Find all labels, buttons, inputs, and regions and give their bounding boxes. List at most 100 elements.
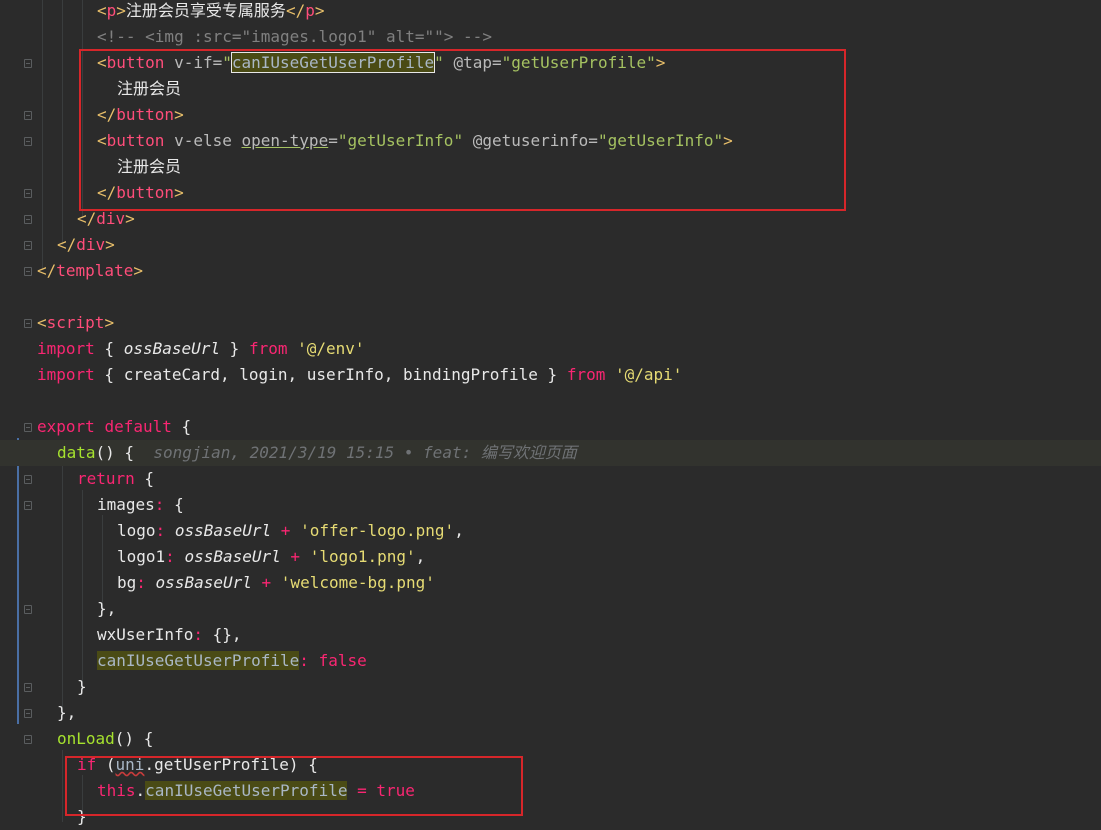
code-line[interactable]: import { createCard, login, userInfo, bi… bbox=[0, 362, 1101, 388]
code-token: 注册会员享受专属服务 bbox=[125, 1, 286, 20]
code-line[interactable]: wxUserInfo: {}, bbox=[0, 622, 1101, 648]
code-line-content: import { createCard, login, userInfo, bi… bbox=[37, 362, 682, 388]
code-token: </ bbox=[57, 235, 77, 254]
code-line[interactable]: <script> bbox=[0, 310, 1101, 336]
code-token: wxUserInfo bbox=[97, 625, 194, 644]
code-line[interactable] bbox=[0, 388, 1101, 414]
code-token: { bbox=[94, 339, 124, 358]
code-line-content: logo: ossBaseUrl + 'offer-logo.png', bbox=[117, 518, 464, 544]
code-token: : bbox=[193, 625, 203, 644]
code-token: {}, bbox=[202, 625, 242, 644]
code-token: { createCard, login, userInfo, bindingPr… bbox=[94, 365, 567, 384]
code-token: } bbox=[77, 677, 87, 696]
code-line[interactable]: logo1: ossBaseUrl + 'logo1.png', bbox=[0, 544, 1101, 570]
code-token: canIUseGetUserProfile bbox=[97, 651, 300, 670]
code-line-content: images: { bbox=[97, 492, 184, 518]
code-line-content: </div> bbox=[57, 232, 115, 258]
code-token: : bbox=[299, 651, 309, 670]
code-token: script bbox=[46, 313, 105, 332]
code-token: > bbox=[104, 313, 115, 332]
code-token: () { bbox=[114, 729, 154, 748]
code-line[interactable]: logo: ossBaseUrl + 'offer-logo.png', bbox=[0, 518, 1101, 544]
code-line-content: <script> bbox=[37, 310, 114, 336]
code-token: }, bbox=[97, 599, 117, 618]
code-token: <!-- <img :src="images.logo1" alt=""> --… bbox=[97, 27, 492, 46]
code-token: '@/env' bbox=[297, 339, 365, 358]
code-line[interactable]: } bbox=[0, 674, 1101, 700]
code-token: '@/api' bbox=[614, 365, 683, 384]
code-token: + bbox=[290, 547, 301, 566]
code-token: div bbox=[96, 209, 126, 228]
code-line[interactable]: <p>注册会员享受专属服务</p> bbox=[0, 0, 1101, 24]
code-token: default bbox=[104, 417, 172, 436]
code-token: + bbox=[261, 573, 272, 592]
code-line[interactable]: import { ossBaseUrl } from '@/env' bbox=[0, 336, 1101, 362]
code-token: false bbox=[318, 651, 367, 670]
code-token: logo1 bbox=[117, 547, 166, 566]
code-token: export bbox=[37, 417, 95, 436]
code-line[interactable]: <!-- <img :src="images.logo1" alt=""> --… bbox=[0, 24, 1101, 50]
code-line-content: logo1: ossBaseUrl + 'logo1.png', bbox=[117, 544, 425, 570]
code-line[interactable]: bg: ossBaseUrl + 'welcome-bg.png' bbox=[0, 570, 1101, 596]
code-token: import bbox=[37, 365, 95, 384]
code-line[interactable] bbox=[0, 284, 1101, 310]
code-line[interactable]: }, bbox=[0, 700, 1101, 726]
code-token: onLoad bbox=[57, 729, 115, 748]
code-token: bg bbox=[117, 573, 137, 592]
code-token: < bbox=[97, 1, 107, 20]
code-line-content: wxUserInfo: {}, bbox=[97, 622, 242, 648]
code-token: ossBaseUrl bbox=[184, 547, 281, 566]
code-token: ossBaseUrl bbox=[155, 573, 252, 592]
code-token: return bbox=[77, 469, 135, 488]
code-token: logo bbox=[117, 521, 156, 540]
code-token: template bbox=[56, 261, 134, 280]
code-line[interactable]: </div> bbox=[0, 232, 1101, 258]
code-token: </ bbox=[285, 1, 306, 20]
code-line-content: canIUseGetUserProfile: false bbox=[97, 648, 367, 674]
code-token: data bbox=[57, 443, 96, 462]
code-line-content: }, bbox=[97, 596, 116, 622]
code-line[interactable]: export default { bbox=[0, 414, 1101, 440]
code-token: 'welcome-bg.png' bbox=[280, 573, 435, 592]
code-line-content: return { bbox=[77, 466, 154, 492]
code-token: , bbox=[454, 521, 464, 540]
code-token: > bbox=[314, 1, 325, 20]
code-token: ossBaseUrl bbox=[123, 339, 221, 358]
code-token: : bbox=[154, 495, 165, 514]
code-token: 'logo1.png' bbox=[309, 547, 416, 566]
code-token: > bbox=[125, 209, 135, 228]
code-line-content: onLoad() { bbox=[57, 726, 153, 752]
code-token: + bbox=[280, 521, 291, 540]
code-line[interactable]: return { bbox=[0, 466, 1101, 492]
git-blame-annotation: songjian, 2021/3/19 15:15 • feat: 编写欢迎页面 bbox=[153, 443, 577, 462]
code-token: { bbox=[134, 469, 155, 488]
code-token: p bbox=[106, 1, 117, 20]
code-token: < bbox=[37, 313, 47, 332]
code-line[interactable]: }, bbox=[0, 596, 1101, 622]
code-line-content: import { ossBaseUrl } from '@/env' bbox=[37, 336, 365, 362]
code-token: : bbox=[165, 547, 175, 566]
code-token: </ bbox=[37, 261, 57, 280]
code-line[interactable]: onLoad() { bbox=[0, 726, 1101, 752]
code-line[interactable]: data() { songjian, 2021/3/19 15:15 • fea… bbox=[0, 440, 1101, 466]
code-line-content: export default { bbox=[37, 414, 191, 440]
annotation-box-buttons bbox=[79, 49, 846, 211]
code-line[interactable]: canIUseGetUserProfile: false bbox=[0, 648, 1101, 674]
code-line[interactable]: </template> bbox=[0, 258, 1101, 284]
code-line[interactable]: images: { bbox=[0, 492, 1101, 518]
code-token: div bbox=[76, 235, 106, 254]
code-line-content: <!-- <img :src="images.logo1" alt=""> --… bbox=[97, 24, 492, 50]
annotation-box-onload bbox=[65, 756, 523, 816]
